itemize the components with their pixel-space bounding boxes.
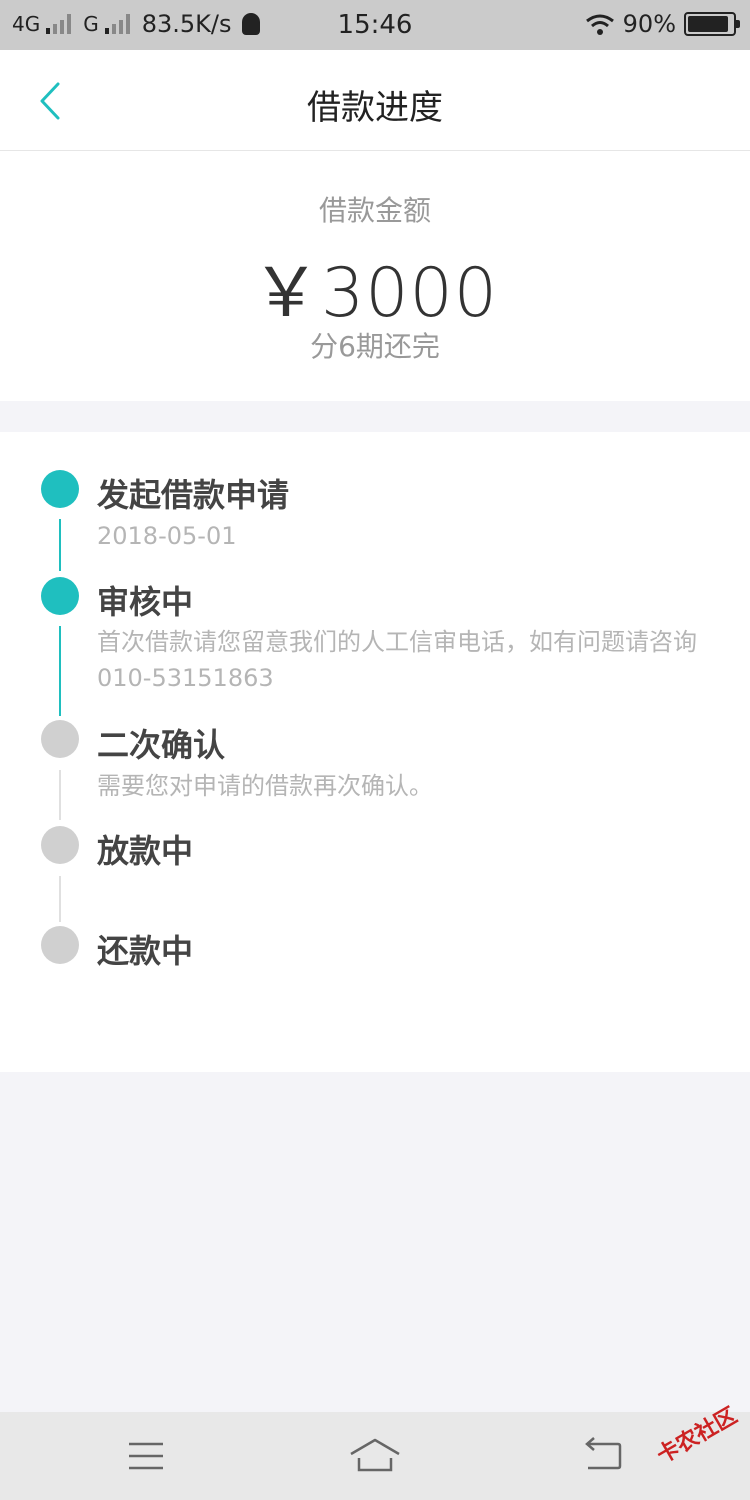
step-description: 首次借款请您留意我们的人工信审电话，如有问题请咨询 010-53151863	[97, 628, 697, 692]
timeline-connector	[59, 519, 61, 571]
battery-percent: 90%	[622, 10, 676, 38]
step-indicator-done	[41, 577, 79, 615]
nav-bar: 借款进度	[0, 50, 750, 151]
timeline-connector	[59, 770, 61, 820]
status-bar: 4G G 83.5K/s 15:46 90%	[0, 0, 750, 50]
battery-icon	[684, 12, 740, 36]
step-title: 审核中	[97, 583, 194, 621]
step-indicator-done	[41, 470, 79, 508]
system-nav-bar	[0, 1412, 750, 1500]
timeline-connector	[59, 876, 61, 922]
progress-timeline: 发起借款申请 2018-05-01 审核中 首次借款请您留意我们的人工信审电话，…	[0, 432, 750, 1072]
step-indicator-pending	[41, 720, 79, 758]
wifi-icon	[585, 14, 614, 35]
step-title: 放款中	[97, 832, 194, 870]
loan-term: 分6期还完	[310, 330, 440, 363]
loan-amount-label: 借款金额	[318, 194, 431, 227]
status-right: 90%	[585, 10, 740, 38]
step-indicator-pending	[41, 926, 79, 964]
back-nav-icon[interactable]	[574, 1434, 634, 1478]
loan-amount-value: ￥3000	[251, 254, 499, 333]
step-description: 需要您对申请的借款再次确认。	[97, 772, 433, 800]
step-date: 2018-05-01	[97, 522, 237, 550]
timeline-connector	[59, 626, 61, 716]
menu-icon[interactable]	[116, 1434, 176, 1478]
home-icon[interactable]	[345, 1434, 405, 1478]
loan-amount-card: 借款金额 ￥3000 分6期还完	[0, 151, 750, 401]
step-title: 还款中	[97, 932, 194, 970]
page-title: 借款进度	[307, 88, 443, 128]
step-title: 发起借款申请	[97, 476, 290, 514]
step-title: 二次确认	[97, 726, 226, 764]
step-indicator-pending	[41, 826, 79, 864]
